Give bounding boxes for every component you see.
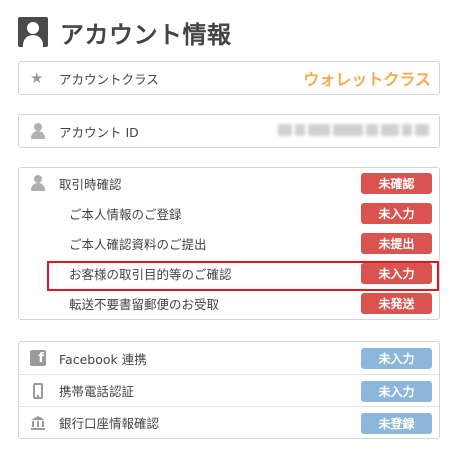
mobile-auth-status-badge[interactable]: 未入力 (361, 381, 432, 402)
account-class-label: アカウントクラス (59, 71, 159, 87)
facebook-status-badge[interactable]: 未入力 (361, 348, 432, 369)
bank-icon (30, 415, 46, 431)
verification-item-label: お客様の取引目的等のご確認 (69, 266, 232, 282)
verification-item-label: ご本人確認資料のご提出 (69, 236, 207, 252)
account-class-value: ウォレットクラス (303, 70, 431, 89)
verification-card: 取引時確認 未確認 ご本人情報のご登録 未入力 ご本人確認資料のご提出 未提出 … (18, 167, 440, 320)
mobile-auth-row[interactable]: 携帯電話認証 未入力 (19, 374, 439, 406)
links-card: f Facebook 連携 未入力 携帯電話認証 未入力 銀行口座情報確認 未登… (18, 341, 440, 439)
bank-account-row[interactable]: 銀行口座情報確認 未登録 (19, 406, 439, 438)
person-icon (30, 175, 46, 191)
facebook-icon: f (30, 350, 46, 366)
star-icon: ★ (30, 69, 44, 87)
account-id-card: アカウント ID (18, 114, 440, 148)
verification-item-personal-info[interactable]: ご本人情報のご登録 未入力 (19, 198, 439, 228)
verification-label: 取引時確認 (59, 176, 122, 192)
verification-item-status-badge[interactable]: 未入力 (361, 263, 432, 284)
account-class-row: ★ アカウントクラス ウォレットクラス (19, 62, 439, 94)
account-person-icon (18, 17, 48, 47)
verification-item-registered-mail[interactable]: 転送不要書留郵便のお受取 未発送 (19, 288, 439, 318)
bank-account-status-badge[interactable]: 未登録 (361, 413, 432, 434)
verification-row: 取引時確認 未確認 (19, 168, 439, 198)
verification-item-status-badge[interactable]: 未入力 (361, 203, 432, 224)
verification-item-status-badge[interactable]: 未発送 (361, 293, 432, 314)
verification-item-transaction-purpose[interactable]: お客様の取引目的等のご確認 未入力 (19, 258, 439, 288)
verification-status-badge[interactable]: 未確認 (361, 173, 432, 194)
person-icon (30, 123, 46, 139)
page-title: アカウント情報 (60, 20, 232, 49)
verification-item-label: ご本人情報のご登録 (69, 206, 182, 222)
account-id-row: アカウント ID (19, 115, 439, 147)
facebook-link-row[interactable]: f Facebook 連携 未入力 (19, 342, 439, 374)
mobile-phone-icon (30, 383, 46, 399)
verification-item-status-badge[interactable]: 未提出 (361, 233, 432, 254)
facebook-link-label: Facebook 連携 (59, 351, 147, 367)
account-id-value-blurred (278, 124, 429, 136)
account-class-card: ★ アカウントクラス ウォレットクラス (18, 61, 440, 95)
account-id-label: アカウント ID (59, 124, 139, 140)
bank-account-label: 銀行口座情報確認 (59, 416, 160, 431)
page-header: アカウント情報 (18, 14, 232, 50)
verification-item-label: 転送不要書留郵便のお受取 (69, 296, 220, 312)
mobile-auth-label: 携帯電話認証 (59, 384, 135, 399)
verification-item-id-documents[interactable]: ご本人確認資料のご提出 未提出 (19, 228, 439, 258)
